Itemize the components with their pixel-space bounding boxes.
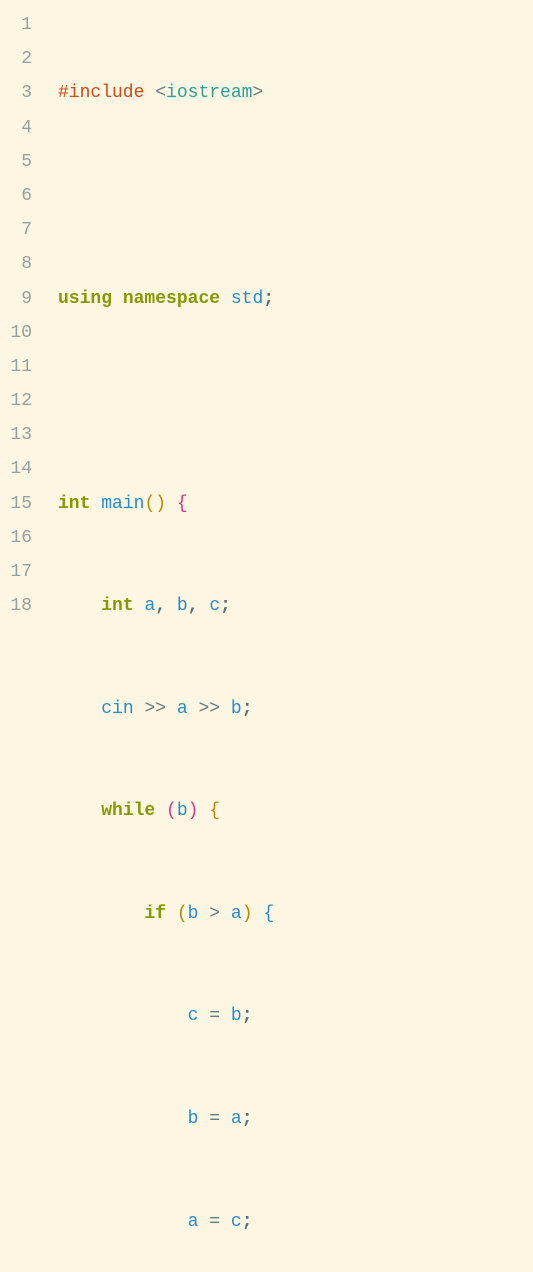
paren-token: ) <box>188 801 199 821</box>
code-line: b = a; <box>58 1102 533 1136</box>
code-line: cin >> a >> b; <box>58 692 533 726</box>
operator-token: = <box>209 1212 220 1232</box>
identifier-token: b <box>231 1006 242 1026</box>
preprocessor-token: #include <box>58 83 144 103</box>
keyword-token: int <box>58 494 90 514</box>
identifier-token: a <box>144 596 155 616</box>
identifier-token: b <box>231 699 242 719</box>
keyword-token: using <box>58 289 112 309</box>
angle-bracket-token: > <box>252 83 263 103</box>
angle-bracket-token: < <box>155 83 166 103</box>
code-line: a = c; <box>58 1205 533 1239</box>
code-content[interactable]: #include <iostream> using namespace std;… <box>42 8 533 1272</box>
keyword-token: namespace <box>123 289 220 309</box>
identifier-token: cin <box>101 699 133 719</box>
code-line: int a, b, c; <box>58 589 533 623</box>
identifier-token: b <box>188 1109 199 1129</box>
punct-token: ; <box>242 1006 253 1026</box>
operator-token: = <box>209 1006 220 1026</box>
line-number: 12 <box>0 384 32 418</box>
line-number: 2 <box>0 42 32 76</box>
punct-token: , <box>155 596 166 616</box>
punct-token: ; <box>242 1212 253 1232</box>
line-number: 5 <box>0 145 32 179</box>
line-number: 7 <box>0 213 32 247</box>
keyword-token: if <box>144 904 166 924</box>
paren-token: ( <box>144 494 155 514</box>
code-line: if (b > a) { <box>58 897 533 931</box>
keyword-token: while <box>101 801 155 821</box>
punct-token: ; <box>242 699 253 719</box>
code-line <box>58 384 533 418</box>
line-number: 6 <box>0 179 32 213</box>
paren-token: ( <box>166 801 177 821</box>
punct-token: ; <box>220 596 231 616</box>
paren-token: ) <box>155 494 166 514</box>
line-number: 18 <box>0 589 32 623</box>
operator-token: >> <box>198 699 220 719</box>
operator-token: >> <box>144 699 166 719</box>
code-line: c = b; <box>58 999 533 1033</box>
identifier-token: std <box>231 289 263 309</box>
line-number: 1 <box>0 8 32 42</box>
identifier-token: c <box>188 1006 199 1026</box>
line-number: 4 <box>0 111 32 145</box>
punct-token: ; <box>242 1109 253 1129</box>
brace-token: { <box>209 801 220 821</box>
code-line: int main() { <box>58 487 533 521</box>
line-number: 13 <box>0 418 32 452</box>
line-number: 10 <box>0 316 32 350</box>
identifier-token: a <box>231 1109 242 1129</box>
identifier-token: c <box>209 596 220 616</box>
line-number: 15 <box>0 487 32 521</box>
line-number: 16 <box>0 521 32 555</box>
code-line: #include <iostream> <box>58 76 533 110</box>
operator-token: = <box>209 1109 220 1129</box>
paren-token: ) <box>242 904 253 924</box>
line-number: 11 <box>0 350 32 384</box>
paren-token: ( <box>177 904 188 924</box>
line-number: 8 <box>0 247 32 281</box>
identifier-token: c <box>231 1212 242 1232</box>
identifier-token: b <box>177 596 188 616</box>
brace-token: { <box>177 494 188 514</box>
punct-token: , <box>188 596 199 616</box>
line-number: 3 <box>0 76 32 110</box>
code-line <box>58 179 533 213</box>
line-number: 17 <box>0 555 32 589</box>
identifier-token: b <box>177 801 188 821</box>
operator-token: > <box>209 904 220 924</box>
keyword-token: int <box>101 596 133 616</box>
identifier-token: a <box>188 1212 199 1232</box>
header-name-token: iostream <box>166 83 252 103</box>
code-line: using namespace std; <box>58 282 533 316</box>
identifier-token: a <box>231 904 242 924</box>
line-number-gutter: 1 2 3 4 5 6 7 8 9 10 11 12 13 14 15 16 1… <box>0 8 42 1272</box>
line-number: 9 <box>0 282 32 316</box>
identifier-token: a <box>177 699 188 719</box>
line-number: 14 <box>0 452 32 486</box>
code-line: while (b) { <box>58 794 533 828</box>
code-editor: 1 2 3 4 5 6 7 8 9 10 11 12 13 14 15 16 1… <box>0 8 533 1272</box>
brace-token: { <box>263 904 274 924</box>
identifier-token: b <box>188 904 199 924</box>
function-name-token: main <box>101 494 144 514</box>
punct-token: ; <box>263 289 274 309</box>
